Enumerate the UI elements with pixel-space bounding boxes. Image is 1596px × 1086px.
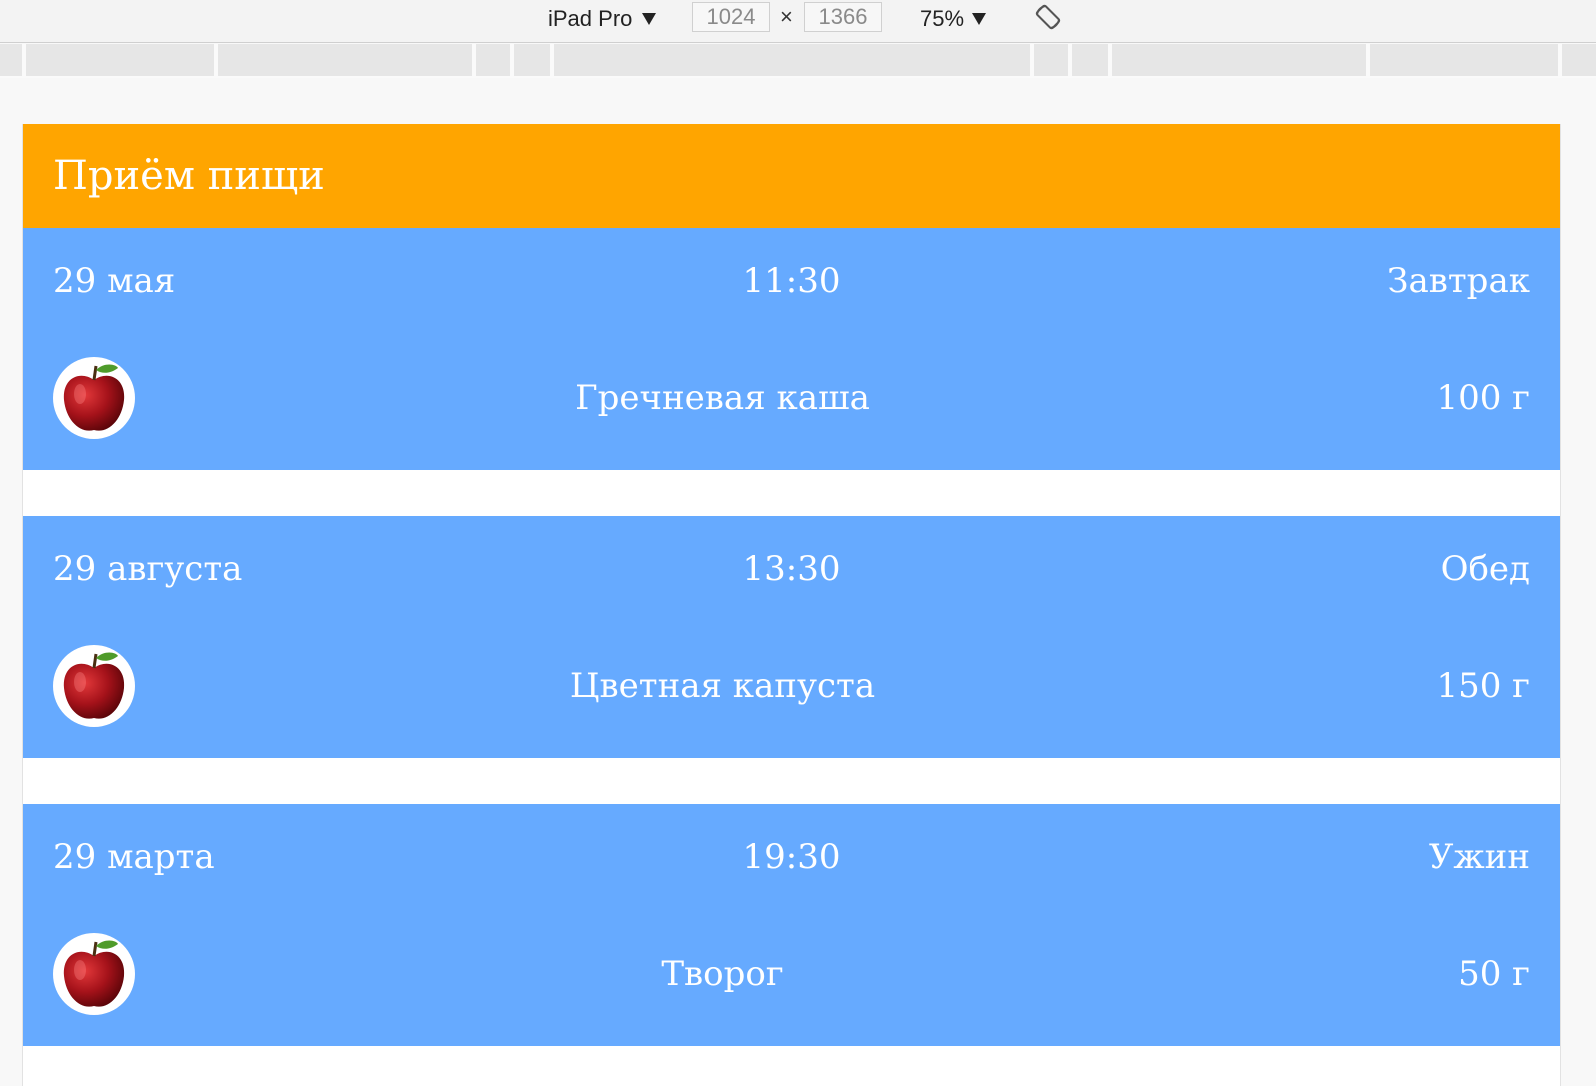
app-header: Приём пищи <box>23 124 1560 228</box>
device-label: iPad Pro <box>548 6 633 31</box>
food-avatar <box>53 645 135 727</box>
page-title: Приём пищи <box>53 153 325 199</box>
meal-list: 29 мая 11:30 Завтрак Гречневая каша 100 … <box>23 228 1560 1046</box>
apple-icon <box>63 940 125 1007</box>
food-name: Гречневая каша <box>575 378 870 418</box>
rotate-button[interactable] <box>1033 2 1063 32</box>
meal-type: Завтрак <box>1387 261 1530 301</box>
meal-card[interactable]: 29 мая 11:30 Завтрак Гречневая каша 100 … <box>23 228 1560 470</box>
food-amount: 100 г <box>1436 378 1530 418</box>
meal-header-row: 29 марта 19:30 Ужин <box>53 832 1530 882</box>
zoom-label: 75% <box>920 6 965 31</box>
meal-header-row: 29 мая 11:30 Завтрак <box>53 256 1530 306</box>
rotate-icon <box>1035 4 1061 30</box>
meal-type: Ужин <box>1428 837 1530 877</box>
meal-type: Обед <box>1440 549 1530 589</box>
meal-date: 29 августа <box>53 549 243 589</box>
device-selector[interactable]: iPad Pro <box>548 4 657 34</box>
food-avatar <box>53 933 135 1015</box>
media-query-bar <box>0 44 1596 78</box>
media-query-segment[interactable] <box>1034 44 1068 76</box>
media-query-segment[interactable] <box>1112 44 1366 76</box>
media-query-segment[interactable] <box>554 44 1030 76</box>
meal-food-row: Гречневая каша 100 г <box>53 356 1530 440</box>
food-amount: 50 г <box>1458 954 1530 994</box>
meal-card[interactable]: 29 августа 13:30 Обед Цветная капуста 15… <box>23 516 1560 758</box>
meal-date: 29 мая <box>53 261 176 301</box>
devtools-toolbar: iPad Pro × 75% <box>0 0 1596 43</box>
apple-icon <box>63 652 125 719</box>
meal-header-row: 29 августа 13:30 Обед <box>53 544 1530 594</box>
media-query-segment[interactable] <box>218 44 472 76</box>
chevron-down-icon <box>972 13 987 25</box>
meal-time: 11:30 <box>742 261 841 301</box>
meal-date: 29 марта <box>53 837 215 877</box>
food-amount: 150 г <box>1436 666 1530 706</box>
meal-food-row: Цветная капуста 150 г <box>53 644 1530 728</box>
zoom-selector[interactable]: 75% <box>920 4 987 34</box>
height-input[interactable] <box>804 2 882 32</box>
meal-card[interactable]: 29 марта 19:30 Ужин Творог 50 г <box>23 804 1560 1046</box>
apple-icon <box>63 364 125 431</box>
food-name: Цветная капуста <box>569 666 876 706</box>
media-query-segment[interactable] <box>1562 44 1596 76</box>
media-query-segment[interactable] <box>1370 44 1558 76</box>
meal-food-row: Творог 50 г <box>53 932 1530 1016</box>
media-query-segment[interactable] <box>514 44 550 76</box>
meal-time: 19:30 <box>742 837 841 877</box>
food-name: Творог <box>661 954 784 994</box>
food-avatar <box>53 357 135 439</box>
meal-time: 13:30 <box>742 549 841 589</box>
width-input[interactable] <box>692 2 770 32</box>
dimension-separator: × <box>780 4 793 29</box>
page-viewport: Приём пищи 29 мая 11:30 Завтрак Гречнева… <box>22 124 1561 1086</box>
media-query-segment[interactable] <box>476 44 510 76</box>
chevron-down-icon <box>642 13 657 25</box>
media-query-segment[interactable] <box>1072 44 1108 76</box>
media-query-segment[interactable] <box>0 44 22 76</box>
media-query-segment[interactable] <box>26 44 214 76</box>
